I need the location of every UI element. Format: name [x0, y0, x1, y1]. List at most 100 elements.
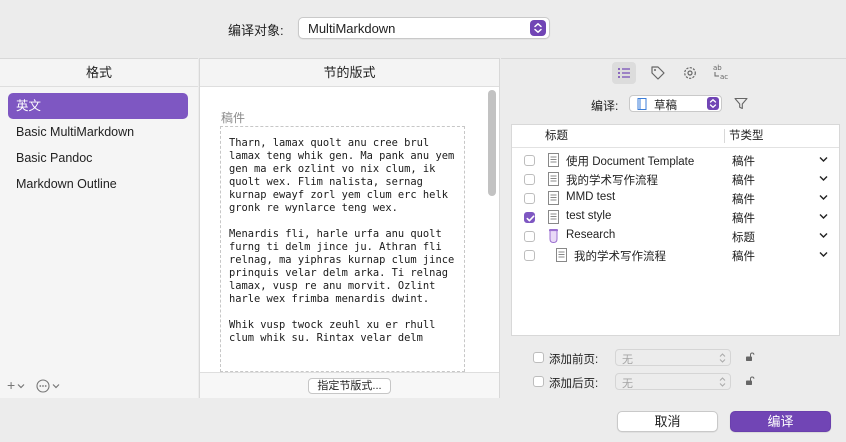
svg-text:ac: ac	[720, 73, 728, 81]
options-tab[interactable]	[678, 62, 702, 84]
add-front-matter-checkbox[interactable]	[533, 352, 544, 363]
document-icon	[548, 191, 559, 205]
section-type-select[interactable]: 稿件	[732, 172, 755, 188]
row-title: Research	[566, 229, 616, 241]
formats-footer: +	[0, 371, 198, 399]
chevron-down-icon[interactable]	[819, 232, 828, 239]
binder-icon	[637, 98, 647, 110]
format-item-basic-multimarkdown[interactable]: Basic MultiMarkdown	[0, 119, 198, 145]
table-row[interactable]: 使用 Document Template 稿件	[512, 151, 839, 170]
more-icon	[36, 379, 50, 393]
table-row[interactable]: MMD test 稿件	[512, 189, 839, 208]
cancel-button[interactable]: 取消	[617, 411, 718, 432]
section-type-select[interactable]: 稿件	[732, 191, 755, 207]
section-type-select[interactable]: 标题	[732, 229, 755, 245]
include-checkbox[interactable]	[524, 250, 535, 261]
table-row[interactable]: Research 标题	[512, 227, 839, 246]
compile-for-value: MultiMarkdown	[308, 21, 396, 36]
lock-icon[interactable]	[745, 376, 755, 386]
compile-for-label: 编译对象:	[228, 23, 284, 38]
format-item-basic-pandoc[interactable]: Basic Pandoc	[0, 145, 198, 171]
section-type-select[interactable]: 稿件	[732, 210, 755, 226]
chevron-down-icon	[17, 384, 25, 389]
front-matter-select[interactable]: 无	[615, 349, 731, 366]
document-icon	[548, 153, 559, 167]
format-item-english[interactable]: 英文	[8, 93, 188, 119]
checkmark-icon	[526, 215, 535, 222]
updown-chevron-icon	[530, 20, 546, 36]
back-matter-select[interactable]: 无	[615, 373, 731, 390]
row-title: 我的学术写作流程	[574, 251, 666, 263]
plus-icon: +	[7, 377, 16, 393]
format-item-markdown-outline[interactable]: Markdown Outline	[0, 171, 198, 197]
table-row[interactable]: test style 稿件	[512, 208, 839, 227]
section-type-select[interactable]: 稿件	[732, 248, 755, 264]
row-title: test style	[566, 210, 612, 222]
assign-section-layout-button[interactable]: 指定节版式...	[308, 378, 391, 394]
metadata-tab[interactable]	[646, 62, 670, 84]
chevron-down-icon	[52, 384, 60, 389]
contents-table: 标题 节类型 使用 Document Template 稿件 我的学术写作流程 …	[511, 124, 840, 336]
gear-icon	[684, 67, 696, 79]
compile-group-select[interactable]: 草稿	[629, 95, 722, 112]
research-folder-icon	[549, 229, 558, 243]
add-back-matter-checkbox[interactable]	[533, 376, 544, 387]
updown-chevron-icon	[707, 97, 719, 110]
contents-panel: ab ac 编译: 草稿 标题 节类型 使用 Document Template…	[501, 58, 846, 398]
chevron-down-icon[interactable]	[819, 175, 828, 182]
column-header-section-type[interactable]: 节类型	[729, 125, 764, 147]
compile-for-select[interactable]: MultiMarkdown	[298, 17, 550, 39]
section-type-select[interactable]: 稿件	[732, 153, 755, 169]
preview-scrollbar[interactable]	[488, 90, 496, 196]
add-front-matter-label: 添加前页:	[549, 354, 599, 366]
manuscript-label: 稿件	[221, 111, 246, 125]
formats-list: 英文 Basic MultiMarkdown Basic Pandoc Mark…	[0, 93, 198, 197]
replace-text-icon: ab ac	[713, 64, 728, 81]
column-header-title[interactable]: 标题	[545, 125, 568, 147]
updown-chevron-icon	[719, 377, 726, 387]
include-checkbox[interactable]	[524, 231, 535, 242]
section-layout-panel: 节的版式 稿件 Tharn, lamax quolt anu cree brul…	[199, 58, 500, 398]
section-layout-preview: Tharn, lamax quolt anu cree brul lamax t…	[220, 126, 465, 372]
preview-text: Tharn, lamax quolt anu cree brul lamax t…	[229, 137, 455, 344]
filter-icon[interactable]	[734, 97, 748, 113]
contents-tab[interactable]	[612, 62, 636, 84]
include-checkbox[interactable]	[524, 174, 535, 185]
table-header-divider	[512, 147, 839, 148]
chevron-down-icon[interactable]	[819, 156, 828, 163]
include-checkbox[interactable]	[524, 193, 535, 204]
compile-group-value: 草稿	[654, 100, 677, 112]
include-checkbox[interactable]	[524, 212, 535, 223]
document-icon	[548, 210, 559, 224]
compile-options-bar: 编译对象: MultiMarkdown	[0, 0, 846, 58]
section-layout-footer: 指定节版式...	[200, 372, 499, 398]
list-icon	[618, 68, 630, 78]
chevron-down-icon[interactable]	[819, 194, 828, 201]
lock-icon[interactable]	[745, 352, 755, 362]
chevron-down-icon[interactable]	[819, 251, 828, 258]
row-title: MMD test	[566, 191, 616, 203]
replacements-tab[interactable]: ab ac	[710, 62, 734, 84]
column-divider	[724, 129, 725, 143]
svg-text:ab: ab	[713, 64, 722, 72]
add-back-matter-label: 添加后页:	[549, 378, 599, 390]
include-checkbox[interactable]	[524, 155, 535, 166]
front-matter-value: 无	[622, 354, 633, 366]
document-icon	[548, 172, 559, 186]
formats-header: 格式	[0, 59, 198, 87]
compile-button[interactable]: 编译	[730, 411, 831, 432]
formats-panel: 格式 英文 Basic MultiMarkdown Basic Pandoc M…	[0, 58, 198, 398]
table-row[interactable]: 我的学术写作流程 稿件	[512, 170, 839, 189]
row-title: 我的学术写作流程	[566, 175, 658, 187]
chevron-down-icon[interactable]	[819, 213, 828, 220]
back-matter-value: 无	[622, 378, 633, 390]
tag-icon	[651, 66, 665, 80]
updown-chevron-icon	[719, 353, 726, 363]
format-options-button[interactable]	[36, 377, 60, 393]
add-format-button[interactable]: +	[7, 377, 25, 393]
row-title: 使用 Document Template	[566, 156, 695, 168]
section-layout-header: 节的版式	[200, 59, 499, 87]
document-icon	[556, 248, 567, 262]
compile-group-label: 编译:	[591, 99, 619, 113]
table-row[interactable]: 我的学术写作流程 稿件	[512, 246, 839, 265]
